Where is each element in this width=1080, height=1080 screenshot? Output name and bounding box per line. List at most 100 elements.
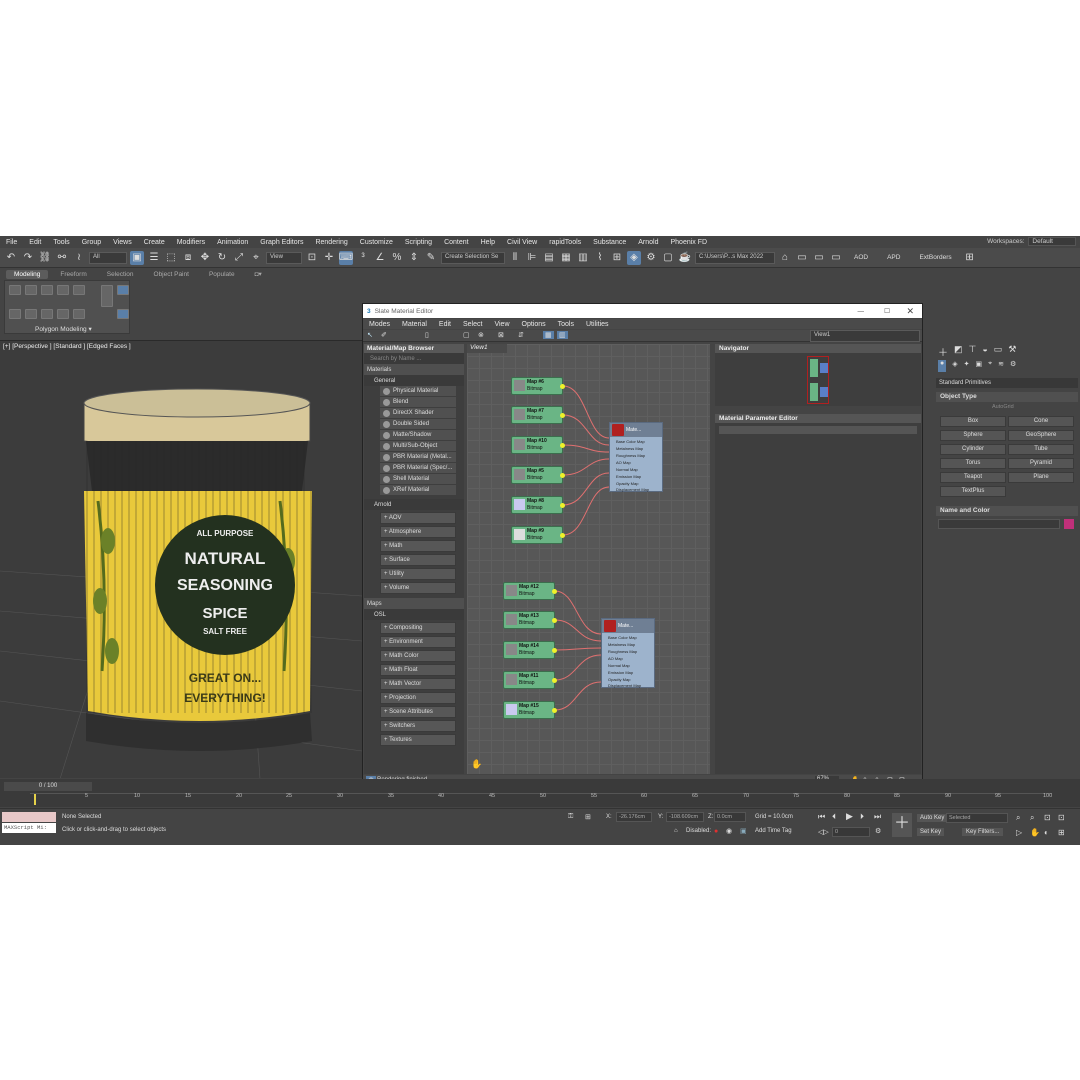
output-socket[interactable]	[552, 648, 557, 653]
slot-ao[interactable]: AO Map	[616, 460, 631, 465]
layer-explorer-icon[interactable]: ▦	[559, 251, 573, 265]
orbit-icon[interactable]: ◐	[1044, 828, 1049, 837]
slot-base-color[interactable]: Base Color Map	[608, 635, 637, 640]
slot-opacity[interactable]: Opacity Map	[616, 481, 638, 486]
map-node[interactable]: Map #14 Bitmap	[503, 641, 557, 659]
minimize-icon[interactable]: —	[858, 308, 865, 315]
sme-titlebar[interactable]: 3 Slate Material Editor — ☐ ✕	[363, 304, 922, 318]
slot-metalness[interactable]: Metalness Map	[616, 446, 643, 451]
category-dropdown[interactable]: Standard Primitives	[936, 378, 1078, 388]
node-view[interactable]: View1 Map #6 Bitmap Map #7 Bitmap Map #1…	[467, 344, 710, 774]
align-icon[interactable]: ⊫	[525, 251, 539, 265]
menu-tools[interactable]: Tools	[47, 239, 75, 246]
add-time-tag[interactable]: Add Time Tag	[755, 828, 792, 834]
material-node[interactable]: Mate... Base Color Map Metalness Map Rou…	[609, 422, 663, 492]
map-node[interactable]: Map #13 Bitmap	[503, 611, 557, 629]
lights-icon[interactable]: ✦	[964, 360, 970, 372]
menu-file[interactable]: File	[0, 239, 23, 246]
undo-icon[interactable]: ↶	[4, 251, 18, 265]
slot-ao[interactable]: AO Map	[608, 656, 623, 661]
select-object-icon[interactable]: ▣	[130, 250, 144, 265]
manipulate-icon[interactable]: ✛	[322, 251, 336, 265]
geometry-icon[interactable]: ●	[938, 360, 947, 372]
map-node[interactable]: Map #12 Bitmap	[503, 582, 557, 600]
zoom-extents-nav-icon[interactable]: ⊡	[1044, 813, 1051, 822]
aod-button[interactable]: AOD	[846, 254, 876, 261]
browser-item-xref-material[interactable]: XRef Material	[380, 485, 456, 496]
sme-menu-modes[interactable]: Modes	[363, 321, 396, 328]
tab-freeform[interactable]: Freeform	[52, 270, 94, 279]
spacewarps-icon[interactable]: ≋	[998, 360, 1004, 372]
browser-osl-math-float[interactable]: + Math Float	[380, 664, 456, 676]
slot-roughness[interactable]: Roughness Map	[616, 453, 645, 458]
output-socket[interactable]	[552, 589, 557, 594]
percent-snap-icon[interactable]: %	[390, 251, 404, 265]
maximize-viewport-icon[interactable]: ⊞	[1058, 828, 1065, 837]
box-button[interactable]: Box	[940, 416, 1006, 427]
redo-icon[interactable]: ↷	[21, 251, 35, 265]
close-icon[interactable]: ✕	[906, 306, 914, 317]
textplus-button[interactable]: TextPlus	[940, 486, 1006, 497]
zoom-all-icon[interactable]: ⌕	[1030, 813, 1034, 823]
map-node[interactable]: Map #10 Bitmap	[511, 436, 565, 454]
cameras-icon[interactable]: ▣	[976, 360, 983, 372]
slot-opacity[interactable]: Opacity Map	[608, 677, 630, 682]
set-key-button[interactable]: Set Key	[917, 828, 945, 836]
edit-named-selection-icon[interactable]: ✎	[424, 251, 438, 265]
menu-scripting[interactable]: Scripting	[399, 239, 438, 246]
show-background-icon[interactable]: ⊠	[498, 331, 504, 339]
browser-arnold-aov[interactable]: + AOV	[380, 512, 456, 524]
hierarchy-tab-icon[interactable]: ⊤	[969, 344, 977, 356]
polygon-modeling-dropdown[interactable]: Polygon Modeling ▾	[35, 325, 92, 333]
lock-selection-icon[interactable]: ⊞	[585, 813, 591, 821]
key-selection-dropdown[interactable]: Selected	[946, 813, 1008, 823]
menu-animation[interactable]: Animation	[211, 239, 254, 246]
map-node[interactable]: Map #6 Bitmap	[511, 377, 565, 395]
viewport-label[interactable]: [+] [Perspective ] [Standard ] [Edged Fa…	[3, 343, 131, 350]
browser-maps-header[interactable]: Maps	[364, 598, 464, 609]
map-node[interactable]: Map #7 Bitmap	[511, 406, 565, 424]
goto-start-icon[interactable]: ⏮	[818, 812, 825, 822]
sme-menu-edit[interactable]: Edit	[433, 321, 457, 328]
menu-rapidtools[interactable]: rapidTools	[543, 239, 587, 246]
maximize-icon[interactable]: ☐	[884, 307, 890, 315]
menu-modifiers[interactable]: Modifiers	[171, 239, 211, 246]
browser-materials-header[interactable]: Materials	[364, 364, 464, 375]
output-socket[interactable]	[560, 413, 565, 418]
tube-button[interactable]: Tube	[1008, 444, 1074, 455]
prev-frame-icon[interactable]: ⏴	[832, 812, 836, 822]
menu-civil-view[interactable]: Civil View	[501, 239, 543, 246]
browser-osl-scene-attributes[interactable]: + Scene Attributes	[380, 706, 456, 718]
menu-arnold[interactable]: Arnold	[632, 239, 664, 246]
link-icon[interactable]: ⛓	[38, 251, 52, 265]
cylinder-button[interactable]: Cylinder	[940, 444, 1006, 455]
utilities-tab-icon[interactable]: ⚒	[1008, 344, 1016, 356]
pyramid-button[interactable]: Pyramid	[1008, 458, 1074, 469]
sme-menu-options[interactable]: Options	[516, 321, 552, 328]
render-setup-icon[interactable]: ⚙	[644, 251, 658, 265]
pivot-icon[interactable]: ⊡	[305, 251, 319, 265]
browser-osl-textures[interactable]: + Textures	[380, 734, 456, 746]
time-config-icon[interactable]: ⚙	[875, 827, 881, 835]
project-folder-icon[interactable]: ⌂	[778, 251, 792, 265]
current-frame-input[interactable]: 0	[832, 827, 870, 837]
modify-mode-icon[interactable]	[9, 309, 21, 319]
window-crossing-icon[interactable]: ⧈	[181, 251, 195, 265]
output-socket[interactable]	[560, 533, 565, 538]
unlink-icon[interactable]: ⚯	[55, 251, 69, 265]
material-node[interactable]: Mate... Base Color Map Metalness Map Rou…	[601, 618, 655, 688]
time-slider[interactable]: 0 / 100	[4, 782, 92, 791]
menu-create[interactable]: Create	[138, 239, 171, 246]
output-socket[interactable]	[552, 708, 557, 713]
ribbon-options-icon[interactable]: ◘▾	[247, 269, 270, 279]
zoom-extents-all-icon[interactable]: ⊡	[1058, 813, 1065, 822]
menu-content[interactable]: Content	[438, 239, 475, 246]
browser-item-pbr-metal[interactable]: PBR Material (Metal...	[380, 452, 456, 463]
project-path-dropdown[interactable]: C:\Users\P...s Max 2022	[695, 251, 775, 264]
systems-icon[interactable]: ⚙	[1010, 360, 1016, 372]
rect-selection-icon[interactable]: ⬚	[164, 251, 178, 265]
browser-arnold-header[interactable]: Arnold	[364, 499, 464, 510]
map-node[interactable]: Map #15 Bitmap	[503, 701, 557, 719]
output-socket[interactable]	[560, 473, 565, 478]
layout-icon[interactable]: ⇵	[518, 331, 524, 339]
